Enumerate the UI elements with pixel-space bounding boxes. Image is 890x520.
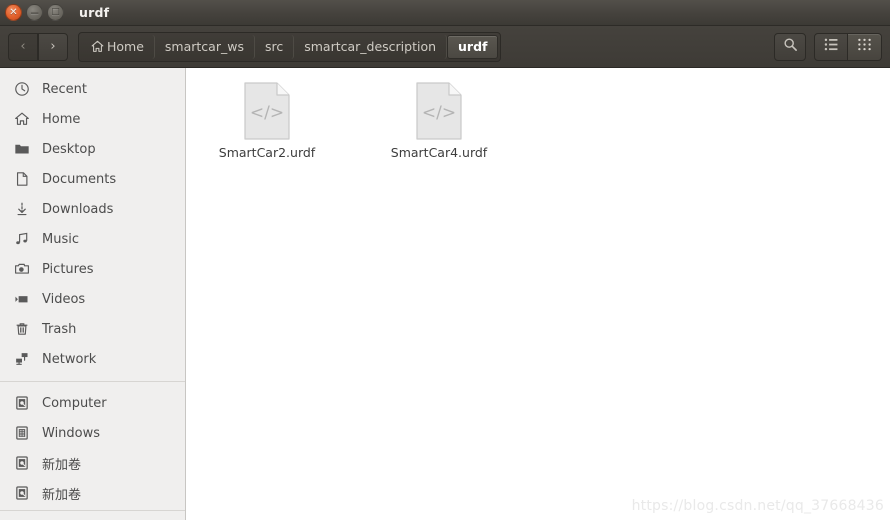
sidebar-item-label: Recent: [42, 81, 87, 97]
toolbar-right-group: [774, 32, 882, 61]
toolbar: ‹ › Home smartcar_ws src smartcar_descri…: [0, 26, 890, 68]
camera-icon: [12, 259, 32, 279]
view-mode-buttons: [814, 32, 882, 61]
file-grid: </> SmartCar2.urdf </> SmartCar4.urdf: [212, 82, 890, 160]
trash-icon: [12, 319, 32, 339]
home-icon: [91, 40, 104, 53]
sidebar-item-label: Pictures: [42, 261, 94, 277]
breadcrumb-label: Home: [107, 39, 144, 54]
chevron-right-icon: ›: [50, 39, 56, 54]
sidebar-item-trash[interactable]: Trash: [0, 314, 185, 344]
document-icon: [12, 169, 32, 189]
clock-icon: [12, 79, 32, 99]
sidebar-item-label: Videos: [42, 291, 86, 307]
video-camera-icon: [12, 289, 32, 309]
sidebar-item-label: Network: [42, 351, 97, 367]
file-item[interactable]: </> SmartCar2.urdf: [212, 82, 322, 160]
watermark: https://blog.csdn.net/qq_37668436: [631, 498, 884, 514]
sidebar-item-label: Desktop: [42, 141, 96, 157]
breadcrumb-label: src: [264, 39, 284, 54]
sidebar-item-downloads[interactable]: Downloads: [0, 194, 185, 224]
titlebar: ✕ − □ urdf: [0, 0, 890, 26]
sidebar-item-windows[interactable]: Windows: [0, 418, 185, 448]
grid-view-icon: [857, 38, 872, 55]
sidebar-item-home[interactable]: Home: [0, 104, 185, 134]
sidebar-bottom-divider: [0, 510, 185, 511]
file-item[interactable]: </> SmartCar4.urdf: [384, 82, 494, 160]
list-view-icon: [824, 38, 839, 55]
svg-text:</>: </>: [422, 103, 456, 123]
harddisk-icon: [12, 453, 32, 473]
network-icon: [12, 349, 32, 369]
windows-drive-icon: [12, 423, 32, 443]
list-view-button[interactable]: [814, 32, 848, 61]
sidebar-item-label: 新加卷: [42, 457, 82, 473]
file-list-area[interactable]: </> SmartCar2.urdf </> SmartCar4.urdf ht…: [186, 68, 890, 520]
sidebar-item-volume-2[interactable]: 新加卷: [0, 478, 185, 508]
search-button[interactable]: [774, 32, 806, 61]
minimize-icon: −: [29, 5, 40, 20]
sidebar-item-label: Windows: [42, 425, 101, 441]
sidebar-item-pictures[interactable]: Pictures: [0, 254, 185, 284]
grid-view-button[interactable]: [848, 32, 882, 61]
close-button[interactable]: ✕: [5, 4, 22, 21]
sidebar-item-label: Documents: [42, 171, 117, 187]
window-title: urdf: [79, 5, 110, 20]
maximize-button[interactable]: □: [47, 4, 64, 21]
sidebar-item-music[interactable]: Music: [0, 224, 185, 254]
maximize-icon: □: [51, 7, 60, 17]
breadcrumb-item-smartcar_description[interactable]: smartcar_description: [294, 34, 448, 59]
sidebar-item-desktop[interactable]: Desktop: [0, 134, 185, 164]
navigation-buttons: ‹ ›: [8, 32, 68, 61]
breadcrumb-label: urdf: [458, 39, 488, 54]
svg-text:</>: </>: [250, 103, 284, 123]
file-name: SmartCar2.urdf: [218, 145, 316, 160]
sidebar-item-computer[interactable]: Computer: [0, 388, 185, 418]
folder-icon: [12, 139, 32, 159]
sidebar-item-documents[interactable]: Documents: [0, 164, 185, 194]
breadcrumb-label: smartcar_description: [304, 39, 437, 54]
back-button[interactable]: ‹: [8, 32, 38, 61]
sidebar: Recent Home Desktop Documents Downloads …: [0, 68, 186, 520]
download-icon: [12, 199, 32, 219]
sidebar-item-label: Music: [42, 231, 79, 247]
code-file-icon: </>: [243, 82, 291, 140]
sidebar-item-volume-1[interactable]: 新加卷: [0, 448, 185, 478]
chevron-left-icon: ‹: [20, 39, 26, 54]
close-icon: ✕: [9, 6, 18, 18]
sidebar-item-label: Computer: [42, 395, 107, 411]
sidebar-item-videos[interactable]: Videos: [0, 284, 185, 314]
file-name: SmartCar4.urdf: [390, 145, 488, 160]
harddisk-icon: [12, 393, 32, 413]
window-body: Recent Home Desktop Documents Downloads …: [0, 68, 890, 520]
sidebar-divider: [0, 381, 185, 382]
minimize-button[interactable]: −: [26, 4, 43, 21]
sidebar-item-label: Downloads: [42, 201, 114, 217]
sidebar-item-recent[interactable]: Recent: [0, 74, 185, 104]
sidebar-item-network[interactable]: Network: [0, 344, 185, 374]
harddisk-icon: [12, 483, 32, 503]
sidebar-item-label: Trash: [42, 321, 77, 337]
code-file-icon: </>: [415, 82, 463, 140]
forward-button[interactable]: ›: [38, 32, 68, 61]
sidebar-item-label: Home: [42, 111, 81, 127]
breadcrumb-item-home[interactable]: Home: [81, 34, 155, 59]
home-icon: [12, 109, 32, 129]
music-note-icon: [12, 229, 32, 249]
breadcrumb-item-src[interactable]: src: [255, 34, 295, 59]
breadcrumb-item-smartcar_ws[interactable]: smartcar_ws: [155, 34, 255, 59]
file-manager-window: ✕ − □ urdf ‹ › Home smartcar_ws src smar…: [0, 0, 890, 520]
sidebar-item-label: 新加卷: [42, 487, 82, 503]
breadcrumb-item-urdf[interactable]: urdf: [447, 34, 499, 59]
search-icon: [783, 37, 798, 56]
breadcrumb-label: smartcar_ws: [164, 39, 244, 54]
breadcrumb: Home smartcar_ws src smartcar_descriptio…: [78, 31, 502, 62]
